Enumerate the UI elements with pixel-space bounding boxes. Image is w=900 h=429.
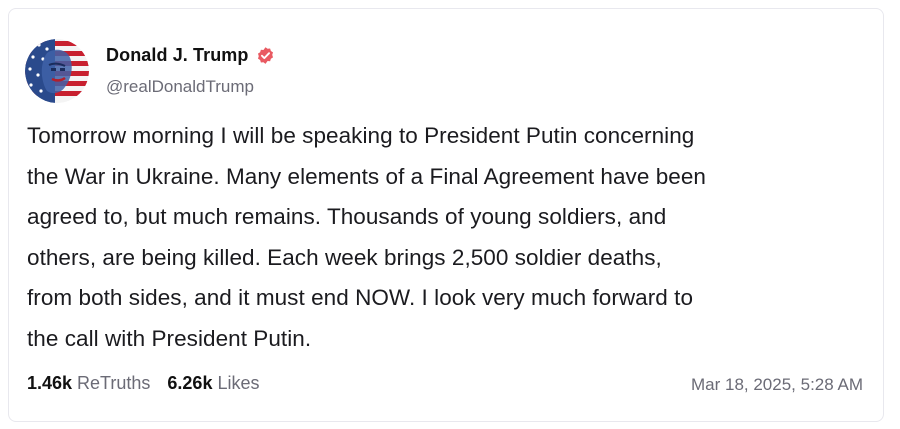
verified-badge-icon	[256, 46, 275, 65]
post-timestamp[interactable]: Mar 18, 2025, 5:28 AM	[691, 375, 863, 395]
post-stats: 1.46k ReTruths 6.26k Likes	[27, 373, 259, 394]
author-display-name[interactable]: Donald J. Trump	[106, 45, 249, 66]
retruths-label: ReTruths	[77, 373, 151, 393]
likes-label: Likes	[217, 373, 260, 393]
post-body-text: Tomorrow morning I will be speaking to P…	[27, 123, 706, 351]
author-handle[interactable]: @realDonaldTrump	[106, 77, 254, 97]
retruths-count: 1.46k	[27, 373, 73, 393]
likes-count: 6.26k	[167, 373, 213, 393]
page: Donald J. Trump @realDonaldTrump Tomorro…	[0, 0, 900, 429]
likes-stat[interactable]: 6.26k Likes	[167, 373, 259, 394]
author-name-row: Donald J. Trump	[106, 43, 275, 67]
avatar[interactable]	[25, 39, 89, 103]
avatar-flag-portrait-icon	[25, 39, 89, 103]
retruths-stat[interactable]: 1.46k ReTruths	[27, 373, 150, 394]
